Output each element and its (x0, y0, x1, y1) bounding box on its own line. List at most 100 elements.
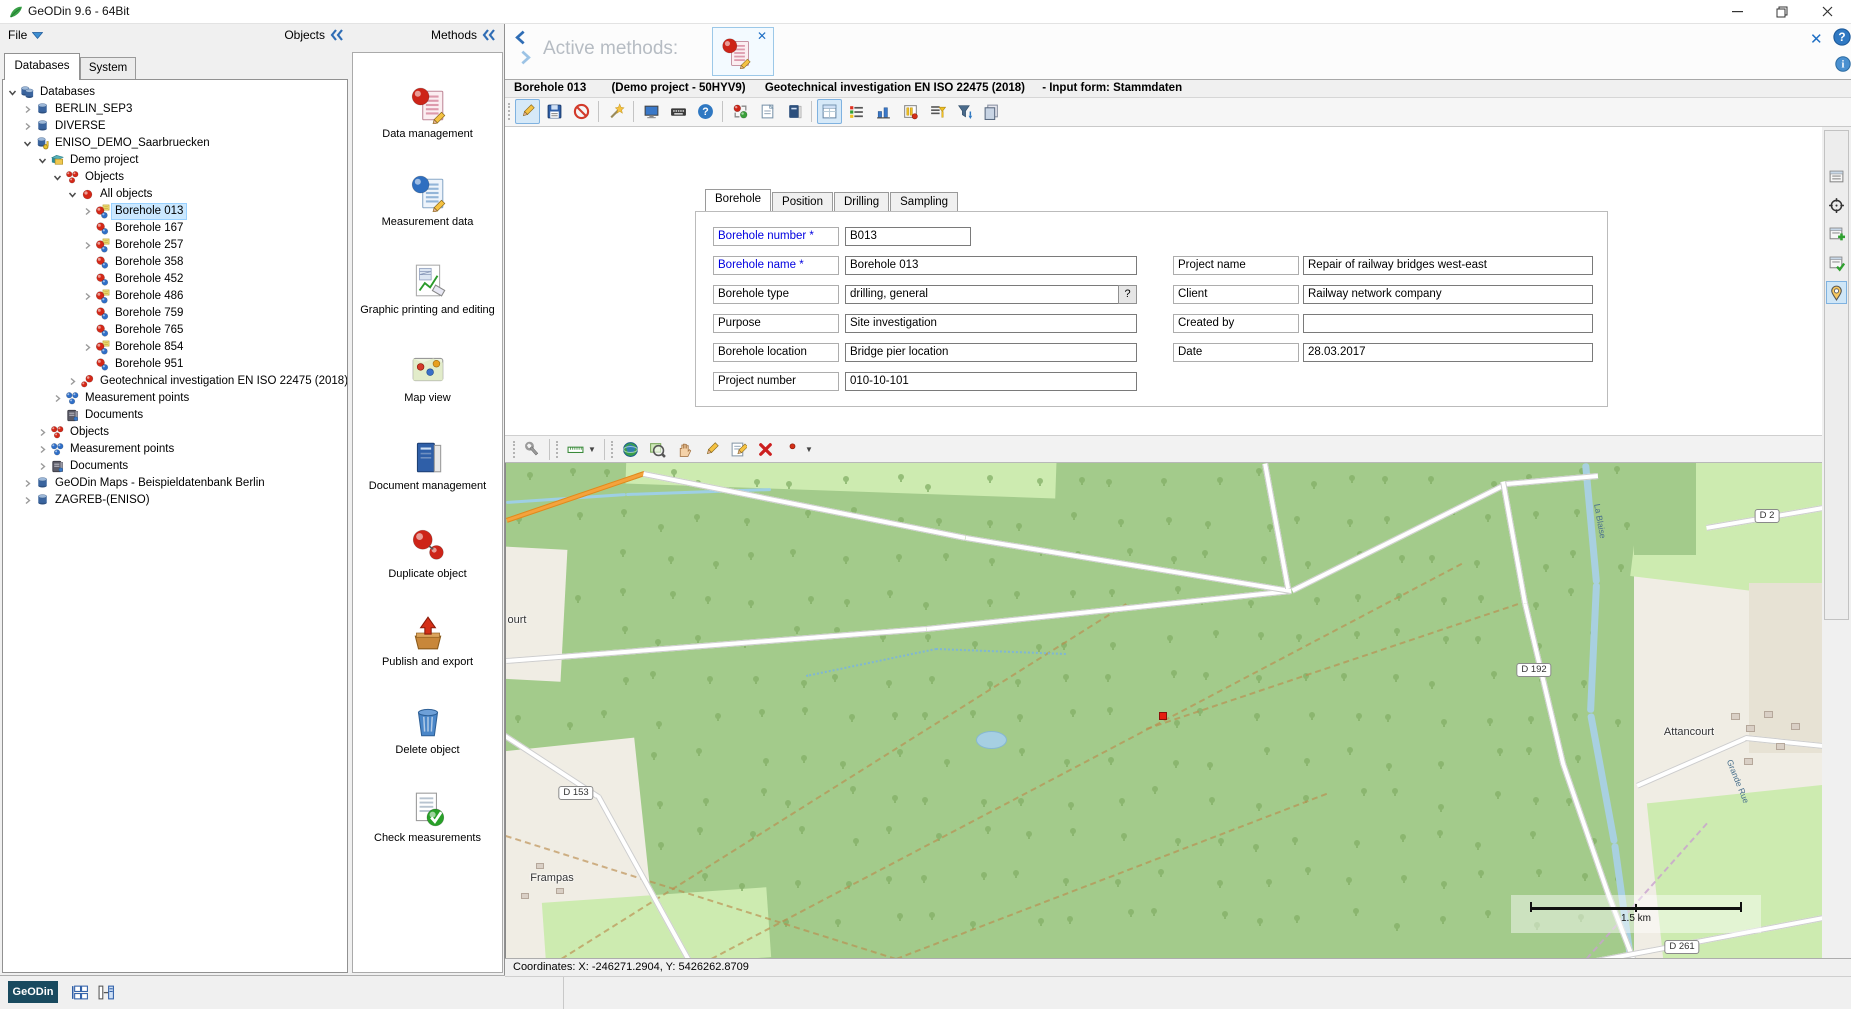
tree-item-borehole-013-7[interactable]: Borehole 013 (3, 203, 347, 220)
collapse-expander-icon[interactable] (22, 138, 33, 149)
tab-position[interactable]: Position (772, 192, 833, 211)
borehole-marker[interactable] (1159, 712, 1167, 720)
collapse-expander-icon[interactable] (52, 172, 63, 183)
toolbar-save-button[interactable] (542, 99, 567, 124)
method-item-data-management[interactable]: Data management (353, 83, 502, 170)
collapse-expander-icon[interactable] (7, 87, 18, 98)
collapse-expander-icon[interactable] (67, 189, 78, 200)
tree-item-all-objects-6[interactable]: All objects (3, 186, 347, 203)
toolbar-chart-button[interactable] (871, 99, 896, 124)
tree-item-borehole-854-15[interactable]: Borehole 854 (3, 339, 347, 356)
map-ruler-dropdown-icon[interactable]: ▼ (588, 445, 596, 454)
tree-item-measurement-points-18[interactable]: Measurement points (3, 390, 347, 407)
toolbar-columns-button[interactable] (898, 99, 923, 124)
close-all-icon[interactable]: ✕ (1810, 30, 1823, 48)
toolbar-monitor-button[interactable] (639, 99, 664, 124)
tab-databases[interactable]: Databases (4, 53, 80, 80)
rail-form-check-button[interactable] (1826, 252, 1847, 275)
map-wrench-button[interactable] (520, 437, 545, 462)
expand-expander-icon[interactable] (22, 495, 33, 506)
toolbar-form-grid-button[interactable] (817, 99, 842, 124)
expand-expander-icon[interactable] (82, 206, 93, 217)
nav-forward-icon[interactable] (517, 50, 532, 65)
tree-item-borehole-765-14[interactable]: Borehole 765 (3, 322, 347, 339)
active-method-tab[interactable]: ✕ (712, 27, 774, 76)
toolbar-book-button[interactable] (782, 99, 807, 124)
toolbar-list-bars-button[interactable] (844, 99, 869, 124)
tree-item-borehole-951-16[interactable]: Borehole 951 (3, 356, 347, 373)
toolbar-layers-button[interactable] (979, 99, 1004, 124)
method-item-graphic-printing-and-editing[interactable]: Graphic printing and editing (353, 259, 502, 346)
tree-item-borehole-759-13[interactable]: Borehole 759 (3, 305, 347, 322)
tree-item-zagreb-eniso-24[interactable]: ZAGREB-(ENISO) (3, 492, 347, 509)
help-icon[interactable]: ? (1833, 28, 1851, 46)
method-item-duplicate-object[interactable]: Duplicate object (353, 523, 502, 610)
tree-item-diverse-2[interactable]: DIVERSE (3, 118, 347, 135)
map-point-dropdown-icon[interactable]: ▼ (805, 445, 813, 454)
toolbar-list-filter-button[interactable] (925, 99, 950, 124)
method-item-check-measurements[interactable]: Check measurements (353, 787, 502, 874)
collapse-expander-icon[interactable] (37, 155, 48, 166)
expand-expander-icon[interactable] (67, 376, 78, 387)
expand-expander-icon[interactable] (82, 342, 93, 353)
rail-form-plus-button[interactable] (1826, 223, 1847, 246)
expand-expander-icon[interactable] (22, 121, 33, 132)
tree-item-objects-5[interactable]: Objects (3, 169, 347, 186)
toolbar-transfer-button[interactable] (728, 99, 753, 124)
tree-item-borehole-257-9[interactable]: Borehole 257 (3, 237, 347, 254)
tree-item-documents-19[interactable]: Documents (3, 407, 347, 424)
close-method-icon[interactable]: ✕ (757, 29, 767, 43)
map-ruler-button[interactable] (563, 437, 588, 462)
close-button[interactable] (1805, 0, 1849, 23)
tab-borehole[interactable]: Borehole (705, 189, 771, 211)
borehole-number-input[interactable]: B013 (845, 227, 971, 246)
expand-expander-icon[interactable] (37, 444, 48, 455)
toolbar-edit-button[interactable] (515, 99, 540, 124)
tree-item-databases-0[interactable]: Databases (3, 84, 347, 101)
toolbar-help-button[interactable]: ? (693, 99, 718, 124)
tree-item-borehole-486-12[interactable]: Borehole 486 (3, 288, 347, 305)
map-zoom-map-button[interactable] (645, 437, 670, 462)
borehole-name-input[interactable]: Borehole 013 (845, 256, 1137, 275)
method-item-publish-and-export[interactable]: Publish and export (353, 611, 502, 698)
restore-button[interactable] (1760, 0, 1804, 23)
toolbar-keyboard-button[interactable] (666, 99, 691, 124)
tree-item-objects-20[interactable]: Objects (3, 424, 347, 441)
borehole-type-help-button[interactable]: ? (1118, 285, 1137, 304)
rail-crosshair-button[interactable] (1826, 194, 1847, 217)
project-number-input[interactable]: 010-10-101 (845, 372, 1137, 391)
toolbar-wizard-button[interactable] (604, 99, 629, 124)
expand-expander-icon[interactable] (22, 478, 33, 489)
toolbar-funnel-button[interactable] (952, 99, 977, 124)
expand-expander-icon[interactable] (52, 393, 63, 404)
borehole-type-input[interactable]: drilling, general (845, 285, 1137, 304)
tree-item-measurement-points-21[interactable]: Measurement points (3, 441, 347, 458)
toolbar-page-button[interactable] (755, 99, 780, 124)
client-input[interactable]: Railway network company (1303, 285, 1593, 304)
methods-panel-header[interactable]: Methods (390, 28, 496, 42)
borehole-location-input[interactable]: Bridge pier location (845, 343, 1137, 362)
map-point-button[interactable] (780, 437, 805, 462)
tab-sampling[interactable]: Sampling (890, 192, 958, 211)
map-view[interactable]: D 2D 192D 153D 261ourtFrampasAttancourtL… (505, 463, 1822, 958)
expand-expander-icon[interactable] (37, 461, 48, 472)
map-globe-button[interactable] (618, 437, 643, 462)
map-draw-pencil-button[interactable] (699, 437, 724, 462)
tree-item-borehole-452-11[interactable]: Borehole 452 (3, 271, 347, 288)
tab-drilling[interactable]: Drilling (834, 192, 889, 211)
tab-system[interactable]: System (80, 57, 136, 80)
window-layout-icon[interactable] (72, 984, 89, 1001)
panel-layout-icon[interactable] (98, 984, 115, 1001)
tree-item-berlin-sep3-1[interactable]: BERLIN_SEP3 (3, 101, 347, 118)
expand-expander-icon[interactable] (22, 104, 33, 115)
method-item-document-management[interactable]: Document management (353, 435, 502, 522)
info-icon[interactable]: i (1835, 56, 1851, 72)
minimize-button[interactable] (1715, 0, 1759, 23)
tree-item-demo-project-4[interactable]: Demo project (3, 152, 347, 169)
expand-expander-icon[interactable] (82, 240, 93, 251)
map-delete-x-button[interactable] (753, 437, 778, 462)
tree-item-borehole-358-10[interactable]: Borehole 358 (3, 254, 347, 271)
tree-item-borehole-167-8[interactable]: Borehole 167 (3, 220, 347, 237)
expand-expander-icon[interactable] (37, 427, 48, 438)
created-by-input[interactable] (1303, 314, 1593, 333)
